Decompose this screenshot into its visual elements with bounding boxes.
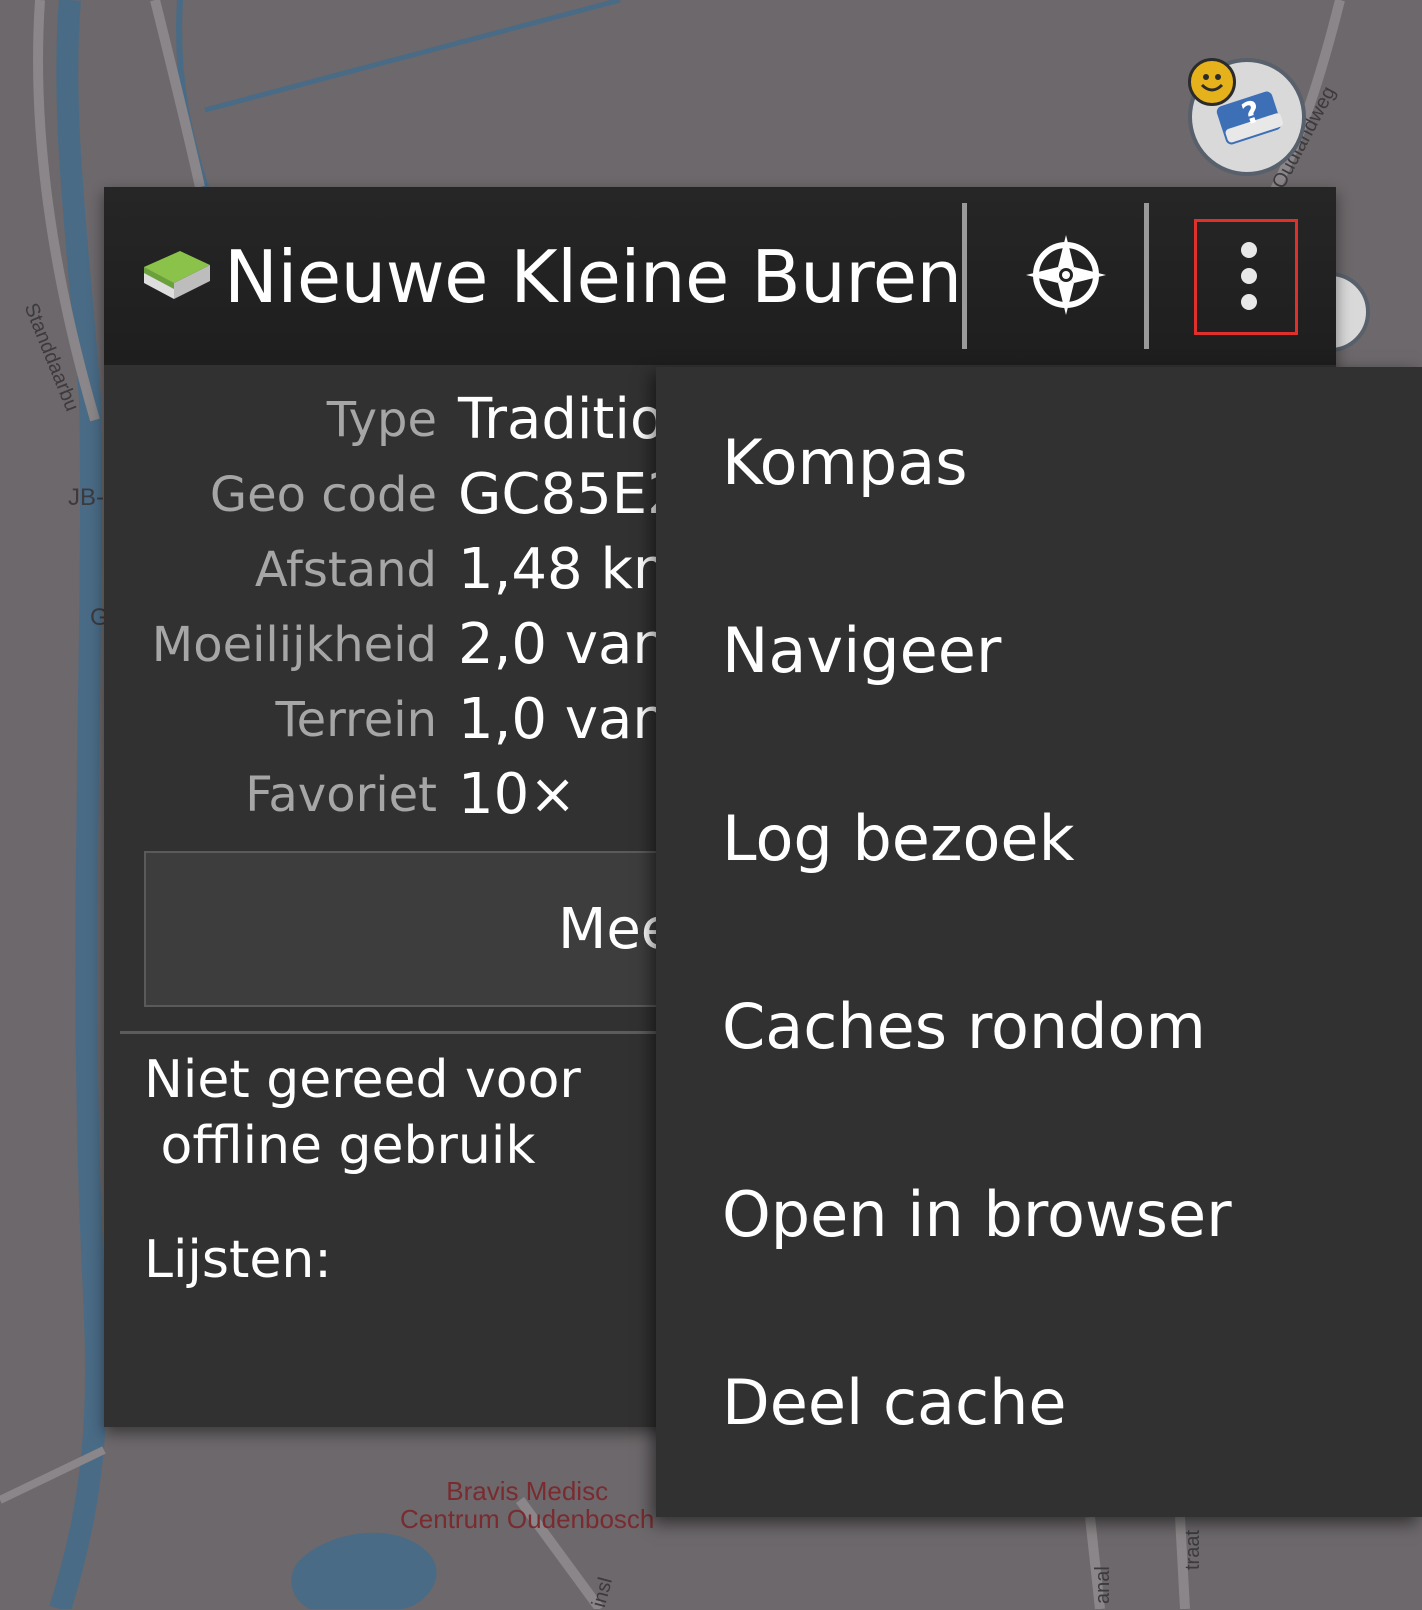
menu-item-label: Navigeer <box>722 614 1002 687</box>
detail-row-type: Type Tradition <box>104 385 700 455</box>
detail-row-favorite: Favoriet 10× <box>104 760 664 830</box>
menu-item-log-visit[interactable]: Log bezoek <box>656 743 1422 934</box>
menu-item-navigate[interactable]: Navigeer <box>656 555 1422 746</box>
more-vert-icon <box>1241 242 1257 258</box>
menu-item-label: Kompas <box>722 426 968 499</box>
detail-value: 1,48 km <box>458 537 688 602</box>
detail-row-difficulty: Moeilijkheid 2,0 van 5 <box>104 610 721 680</box>
lists-label: Lijsten: <box>144 1230 332 1290</box>
detail-row-terrain: Terrein 1,0 van 5 <box>104 685 721 755</box>
detail-label: Moeilijkheid <box>151 617 437 673</box>
street-label: traat <box>1182 1529 1204 1570</box>
menu-item-label: Log bezoek <box>722 802 1075 875</box>
detail-label: Afstand <box>254 542 437 598</box>
detail-value: GC85E2 <box>458 462 683 527</box>
more-details-button[interactable]: Mee <box>144 851 704 1007</box>
menu-item-caches-around[interactable]: Caches rondom <box>656 931 1422 1122</box>
detail-value: 10× <box>458 762 577 827</box>
detail-row-distance: Afstand 1,48 km <box>104 535 688 605</box>
section-divider <box>120 1031 680 1034</box>
street-label: JB- <box>68 484 104 511</box>
menu-item-share-cache[interactable]: Deel cache <box>656 1307 1422 1498</box>
menu-item-compass[interactable]: Kompas <box>656 367 1422 558</box>
traditional-cache-icon <box>144 251 210 299</box>
target-button[interactable] <box>1018 227 1114 323</box>
header-divider <box>1144 203 1149 349</box>
cache-title: Nieuwe Kleine Buren <box>224 235 962 319</box>
offline-status: Niet gereed voor offline gebruik <box>144 1050 581 1176</box>
detail-label: Terrein <box>275 692 437 748</box>
street-label: anal <box>1092 1566 1114 1604</box>
detail-label: Geo code <box>209 467 437 523</box>
overflow-menu-button[interactable] <box>1194 219 1298 335</box>
popup-header: Nieuwe Kleine Buren <box>104 187 1336 365</box>
menu-item-label: Caches rondom <box>722 990 1206 1063</box>
poi-label-text: Bravis Medisc Centrum Oudenbosch <box>400 1476 655 1534</box>
overflow-menu: Kompas Navigeer Log bezoek Caches rondom… <box>656 367 1422 1517</box>
menu-item-label: Open in browser <box>722 1178 1232 1251</box>
detail-label: Type <box>326 392 437 448</box>
poi-label[interactable]: Bravis Medisc Centrum Oudenbosch <box>400 1477 654 1533</box>
detail-row-geocode: Geo code GC85E2 <box>104 460 683 530</box>
menu-item-open-in-browser[interactable]: Open in browser <box>656 1119 1422 1310</box>
menu-item-label: Deel cache <box>722 1366 1067 1439</box>
crosshair-icon <box>1026 235 1106 315</box>
smiley-found-icon <box>1188 58 1236 106</box>
detail-label: Favoriet <box>245 767 437 823</box>
header-divider <box>962 203 967 349</box>
